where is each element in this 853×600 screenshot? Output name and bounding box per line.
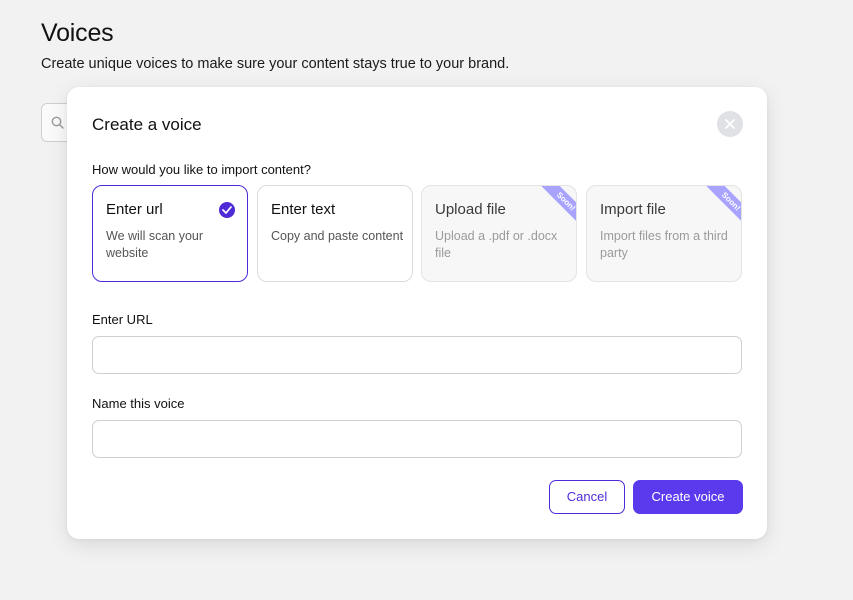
soon-badge-label: Soon! [703,186,741,226]
close-button[interactable] [717,111,743,137]
option-description: Import files from a third party [600,229,728,260]
url-input[interactable] [92,336,742,374]
option-enter-text[interactable]: Enter text Copy and paste content [257,185,413,282]
option-title: Import file [600,201,666,218]
option-description: Copy and paste content [271,229,404,243]
modal-title: Create a voice [92,115,202,134]
option-enter-url[interactable]: Enter url We will scan your website [92,185,248,282]
option-import-file: Import file Import files from a third pa… [586,185,742,282]
option-description: We will scan your website [106,229,204,260]
option-title: Enter url [106,201,163,218]
option-upload-file: Upload file Upload a .pdf or .docx file … [421,185,577,282]
create-voice-modal: Create a voice How would you like to imp… [67,87,767,539]
option-description: Upload a .pdf or .docx file [435,229,558,260]
cancel-button[interactable]: Cancel [549,480,625,514]
voice-name-input[interactable] [92,420,742,458]
import-options: Enter url We will scan your website Ente… [92,185,742,282]
url-field-label: Enter URL [92,312,153,327]
page-title: Voices [41,19,114,47]
option-title: Enter text [271,201,336,218]
soon-badge: Soon! [701,186,741,226]
option-title: Upload file [435,201,506,218]
voice-name-label: Name this voice [92,396,185,411]
page-subtitle: Create unique voices to make sure your c… [41,56,510,72]
import-question: How would you like to import content? [92,162,311,177]
soon-badge: Soon! [536,186,576,226]
close-icon [725,119,735,129]
soon-badge-label: Soon! [538,186,576,226]
create-voice-button[interactable]: Create voice [633,480,743,514]
check-circle-icon [219,202,235,218]
search-icon [51,116,64,129]
voices-page: Voices Create unique voices to make sure… [0,0,853,600]
